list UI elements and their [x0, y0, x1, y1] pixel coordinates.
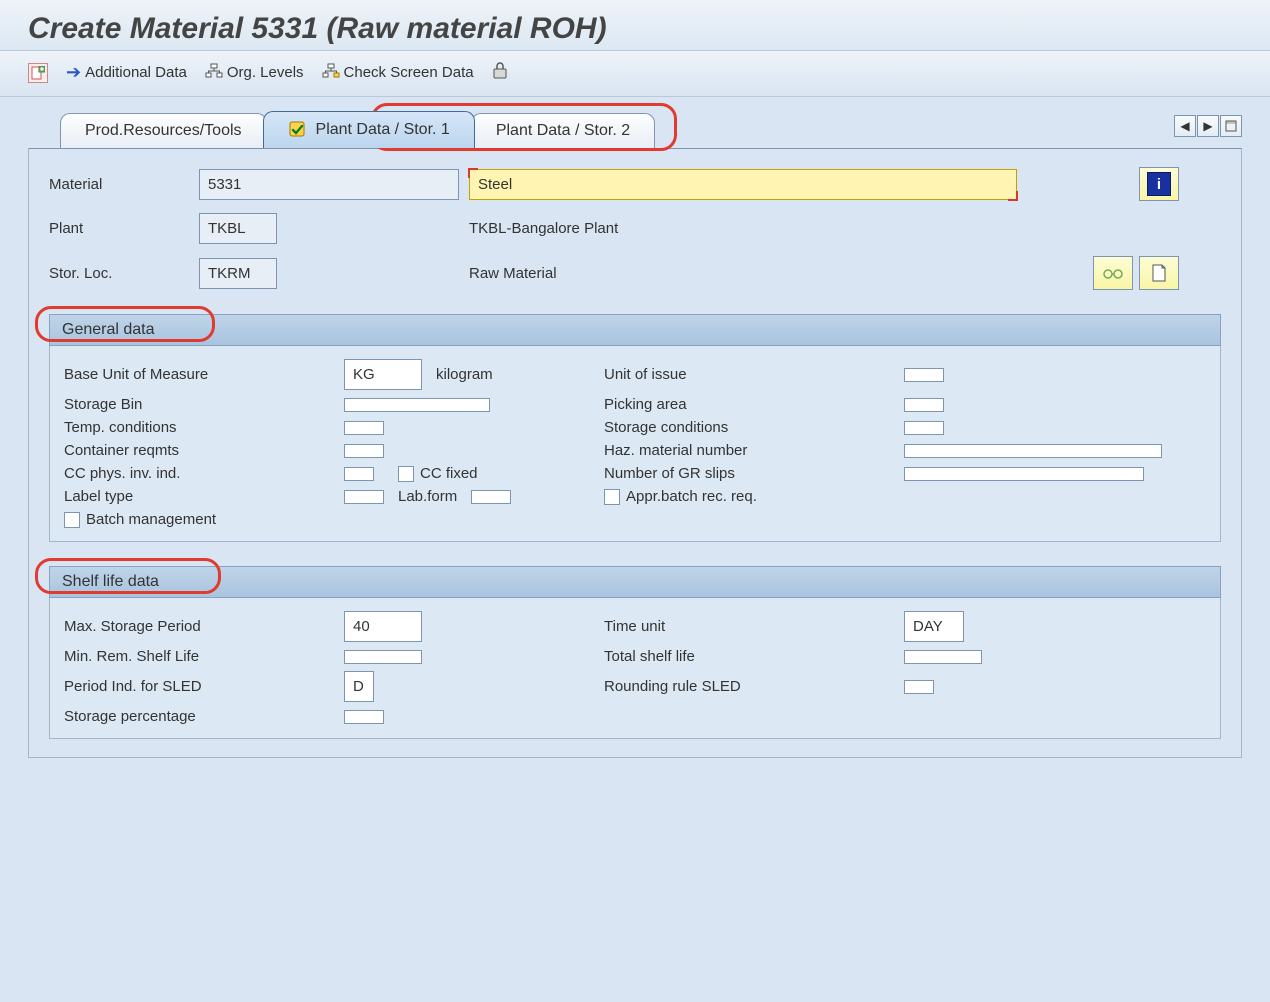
spct-label: Storage percentage: [64, 708, 344, 725]
tab-plant-data-2-label: Plant Data / Stor. 2: [496, 122, 630, 140]
org-levels-icon: [205, 63, 223, 82]
uoi-input[interactable]: [904, 368, 944, 382]
material-label: Material: [49, 176, 199, 193]
cc-fixed-label: CC fixed: [420, 465, 478, 482]
sbin-input[interactable]: [344, 398, 490, 412]
toolbar: ➔ Additional Data Org. Levels Check Scre…: [0, 51, 1270, 97]
header-section: Material 5331 Steel i Plant TKBL TKBL-Ba…: [49, 167, 1221, 290]
total-label: Total shelf life: [604, 648, 904, 665]
grslips-input[interactable]: [904, 467, 1144, 481]
info-button[interactable]: i: [1139, 167, 1179, 201]
org-levels-label: Org. Levels: [227, 64, 304, 81]
haz-label: Haz. material number: [604, 442, 904, 459]
check-screen-label: Check Screen Data: [344, 64, 474, 81]
lock-icon: [492, 61, 508, 84]
general-data-body: Base Unit of Measure KG kilogram Unit of…: [49, 346, 1221, 542]
tunit-input[interactable]: DAY: [904, 611, 964, 642]
general-data-header: General data: [49, 314, 1221, 346]
sloc-desc: Raw Material: [469, 265, 1029, 282]
tunit-label: Time unit: [604, 618, 904, 635]
lock-button[interactable]: [492, 61, 508, 84]
creq-input[interactable]: [344, 444, 384, 458]
buom-input[interactable]: KG: [344, 359, 422, 390]
pind-label: Period Ind. for SLED: [64, 678, 344, 695]
tab-row: Prod.Resources/Tools Plant Data / Stor. …: [0, 97, 1270, 148]
pick-label: Picking area: [604, 396, 904, 413]
labtype-input[interactable]: [344, 490, 384, 504]
haz-input[interactable]: [904, 444, 1162, 458]
spct-input[interactable]: [344, 710, 384, 724]
plant-desc: TKBL-Bangalore Plant: [469, 220, 1029, 237]
cc-input[interactable]: [344, 467, 374, 481]
arrow-right-icon: ➔: [66, 62, 81, 83]
cc-label: CC phys. inv. ind.: [64, 465, 344, 482]
labform-input[interactable]: [471, 490, 511, 504]
labtype-label: Label type: [64, 488, 344, 505]
maxsp-label: Max. Storage Period: [64, 618, 344, 635]
scond-label: Storage conditions: [604, 419, 904, 436]
buom-label: Base Unit of Measure: [64, 366, 344, 383]
minrem-label: Min. Rem. Shelf Life: [64, 648, 344, 665]
content-area: Prod.Resources/Tools Plant Data / Stor. …: [0, 97, 1270, 758]
glasses-icon: [1102, 266, 1124, 280]
pick-input[interactable]: [904, 398, 944, 412]
additional-data-button[interactable]: ➔ Additional Data: [66, 62, 187, 83]
display-button[interactable]: [1093, 256, 1133, 290]
creq-label: Container reqmts: [64, 442, 344, 459]
sloc-input[interactable]: TKRM: [199, 258, 277, 289]
minrem-input[interactable]: [344, 650, 422, 664]
create-button[interactable]: [1139, 256, 1179, 290]
general-data-group: General data Base Unit of Measure KG kil…: [49, 314, 1221, 542]
shelf-life-group: Shelf life data Max. Storage Period 40 T…: [49, 566, 1221, 739]
labform-label: Lab.form: [398, 488, 457, 505]
temp-label: Temp. conditions: [64, 419, 344, 436]
additional-data-label: Additional Data: [85, 64, 187, 81]
batch-label: Batch management: [86, 511, 216, 528]
tab-plant-data-2[interactable]: Plant Data / Stor. 2: [471, 113, 655, 148]
check-screen-button[interactable]: Check Screen Data: [322, 63, 474, 82]
document-plus-icon: [28, 63, 48, 83]
check-screen-icon: [322, 63, 340, 82]
cc-fixed-checkbox[interactable]: [398, 466, 414, 482]
tab-list-button[interactable]: [1220, 115, 1242, 137]
appr-label: Appr.batch rec. req.: [626, 488, 757, 505]
grslips-label: Number of GR slips: [604, 465, 904, 482]
material-desc-input[interactable]: Steel: [469, 169, 1017, 200]
plant-label: Plant: [49, 220, 199, 237]
sloc-label: Stor. Loc.: [49, 265, 199, 282]
shelf-life-body: Max. Storage Period 40 Time unit DAY Min…: [49, 598, 1221, 739]
plant-input[interactable]: TKBL: [199, 213, 277, 244]
info-icon: i: [1147, 172, 1171, 196]
round-input[interactable]: [904, 680, 934, 694]
org-levels-button[interactable]: Org. Levels: [205, 63, 304, 82]
tab-prod-resources-label: Prod.Resources/Tools: [85, 122, 242, 140]
shelf-life-header: Shelf life data: [49, 566, 1221, 598]
uoi-label: Unit of issue: [604, 366, 904, 383]
tab-plant-data-1-label: Plant Data / Stor. 1: [316, 121, 450, 139]
tab-check-icon: [288, 120, 308, 140]
tab-scroll-controls: ◀ ▶: [1174, 115, 1242, 137]
page-title: Create Material 5331 (Raw material ROH): [28, 12, 1242, 46]
title-bar: Create Material 5331 (Raw material ROH): [0, 0, 1270, 51]
material-input[interactable]: 5331: [199, 169, 459, 200]
page-icon: [1151, 264, 1167, 282]
tab-plant-data-1[interactable]: Plant Data / Stor. 1: [263, 111, 475, 148]
main-panel: Material 5331 Steel i Plant TKBL TKBL-Ba…: [28, 148, 1242, 758]
batch-mgmt-checkbox[interactable]: [64, 512, 80, 528]
pind-input[interactable]: D: [344, 671, 374, 702]
tab-scroll-left[interactable]: ◀: [1174, 115, 1196, 137]
temp-input[interactable]: [344, 421, 384, 435]
tab-scroll-right[interactable]: ▶: [1197, 115, 1219, 137]
appr-batch-checkbox[interactable]: [604, 489, 620, 505]
scond-input[interactable]: [904, 421, 944, 435]
round-label: Rounding rule SLED: [604, 678, 904, 695]
tab-prod-resources[interactable]: Prod.Resources/Tools: [60, 113, 267, 148]
sbin-label: Storage Bin: [64, 396, 344, 413]
new-view-button[interactable]: [28, 63, 48, 83]
buom-text: kilogram: [436, 366, 493, 383]
maxsp-input[interactable]: 40: [344, 611, 422, 642]
total-input[interactable]: [904, 650, 982, 664]
